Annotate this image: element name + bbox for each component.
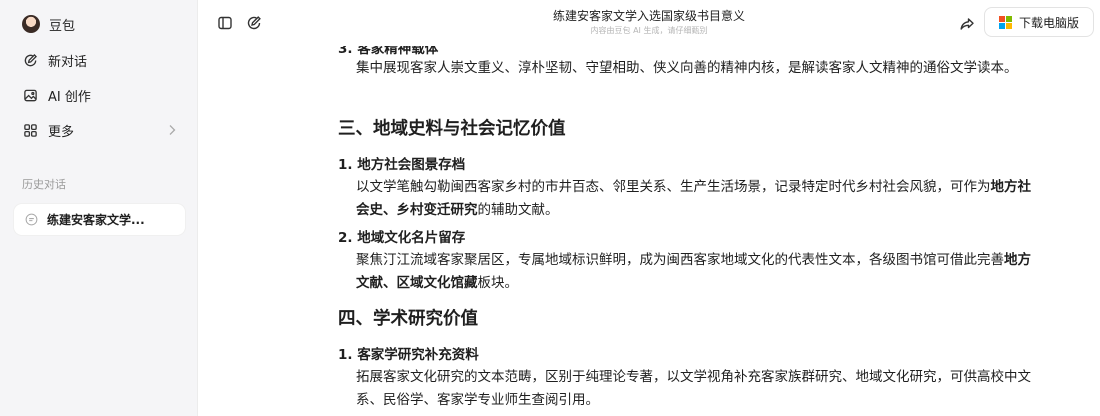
list-item-body: 拓展客家文化研究的文本范畴，区别于纯理论专著，以文学视角补充客家族群研究、地域文… xyxy=(356,369,1031,408)
list-item-title: 客家学研究补充资料 xyxy=(357,347,479,363)
download-desktop-button[interactable]: 下载电脑版 xyxy=(984,7,1094,37)
avatar xyxy=(22,15,40,33)
section-heading: 四、学术研究价值 xyxy=(338,309,478,329)
sidebar-item-label: AI 创作 xyxy=(48,90,91,105)
image-icon xyxy=(22,88,38,104)
list-item-body: 以文学笔触勾勒闽西客家乡村的市井百态、邻里关系、生产生活场景，记录特定时代乡村社… xyxy=(356,179,1031,218)
list-item-body: 聚焦汀江流域客家聚居区，专属地域标识鲜明，成为闽西客家地域文化的代表性文本，各级… xyxy=(356,252,1031,291)
history-item[interactable]: 练建安客家文学... xyxy=(14,204,185,235)
history-item-label: 练建安客家文学... xyxy=(47,213,145,227)
list-number: 1. xyxy=(338,347,353,363)
new-chat-icon xyxy=(22,53,38,69)
section-heading: 三、地域史料与社会记忆价值 xyxy=(338,119,566,139)
list-item: 2. 地域文化名片留存 聚焦汀江流域客家聚居区，专属地域标识鲜明，成为闽西客家地… xyxy=(338,227,1038,295)
main-panel: 练建安客家文学入选国家级书目意义 内容由豆包 AI 生成，请仔细甄别 下载电脑版… xyxy=(198,0,1100,416)
windows-icon xyxy=(998,15,1012,29)
brand-name: 豆包 xyxy=(49,18,76,34)
list-item-body: 集中展现客家人崇文重义、淳朴坚韧、守望相助、侠义向善的精神内核，是解读客家人文精… xyxy=(356,60,1018,76)
chevron-right-icon xyxy=(167,124,177,140)
app-window: 豆包 新对话 AI 创作 更多 历史对话 练建安客家文学... 练建安客家文学入… xyxy=(0,0,1100,416)
list-item-title: 地域文化名片留存 xyxy=(357,230,466,246)
list-item: 1. 客家学研究补充资料 拓展客家文化研究的文本范畴，区别于纯理论专著，以文学视… xyxy=(338,344,1038,412)
brand[interactable]: 豆包 xyxy=(0,10,197,38)
list-number: 1. xyxy=(338,157,353,173)
download-button-label: 下载电脑版 xyxy=(1018,15,1079,30)
sidebar-item-label: 更多 xyxy=(48,125,75,140)
list-number: 2. xyxy=(338,230,353,246)
sidebar: 豆包 新对话 AI 创作 更多 历史对话 练建安客家文学... xyxy=(0,0,198,416)
history-section-title: 历史对话 xyxy=(22,178,66,191)
top-bar: 练建安客家文学入选国家级书目意义 内容由豆包 AI 生成，请仔细甄别 下载电脑版 xyxy=(198,0,1100,46)
sidebar-item-new-chat[interactable]: 新对话 xyxy=(0,43,197,78)
chat-bubble-icon xyxy=(24,213,38,227)
list-item-title: 地方社会图景存档 xyxy=(357,157,466,173)
sidebar-item-ai-create[interactable]: AI 创作 xyxy=(0,78,197,113)
grid-icon xyxy=(22,123,38,139)
share-icon[interactable] xyxy=(958,15,976,33)
sidebar-item-more[interactable]: 更多 xyxy=(0,113,197,148)
list-item: 1. 地方社会图景存档 以文学笔触勾勒闽西客家乡村的市井百态、邻里关系、生产生活… xyxy=(338,154,1038,222)
sidebar-item-label: 新对话 xyxy=(48,55,88,70)
